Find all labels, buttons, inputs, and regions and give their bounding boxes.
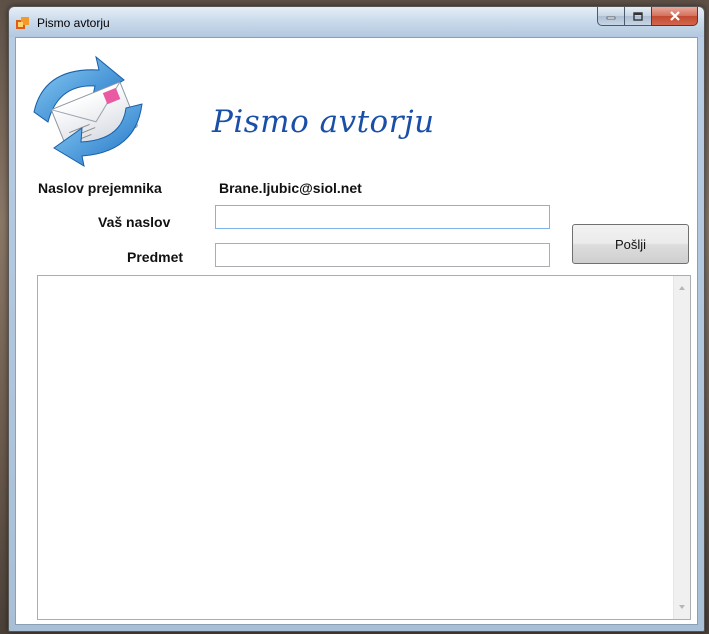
your-address-label: Vaš naslov	[98, 214, 171, 230]
subject-label: Predmet	[127, 249, 184, 265]
send-button[interactable]: Pošlji	[572, 224, 689, 264]
close-icon	[669, 11, 680, 21]
recipient-address: Brane.ljubic@siol.net	[219, 180, 362, 196]
your-address-input[interactable]	[215, 205, 550, 229]
page-title: Pismo avtorju	[212, 104, 435, 140]
message-scrollbar[interactable]	[673, 276, 690, 619]
minimize-button[interactable]	[597, 7, 624, 26]
message-textarea[interactable]	[37, 275, 691, 620]
recipient-label: Naslov prejemnika	[38, 180, 162, 196]
mail-envelope-arrows-icon	[33, 55, 143, 167]
scroll-down-button[interactable]	[674, 599, 690, 615]
close-button[interactable]	[651, 7, 698, 26]
window-client-area: Pismo avtorju Naslov prejemnika Brane.lj…	[15, 37, 698, 625]
mail-app-icon	[16, 17, 29, 29]
chevron-up-icon	[679, 286, 685, 290]
maximize-button[interactable]	[624, 7, 651, 26]
scroll-up-button[interactable]	[674, 280, 690, 296]
title-bar[interactable]: Pismo avtorju	[9, 7, 704, 37]
chevron-down-icon	[679, 605, 685, 609]
window-title: Pismo avtorju	[37, 16, 110, 30]
caption-buttons	[597, 7, 698, 27]
subject-input[interactable]	[215, 243, 550, 267]
application-window: Pismo avtorju Pismo avtorju Naslov preje…	[8, 6, 705, 632]
minimize-icon	[606, 16, 616, 20]
maximize-icon	[633, 11, 643, 21]
